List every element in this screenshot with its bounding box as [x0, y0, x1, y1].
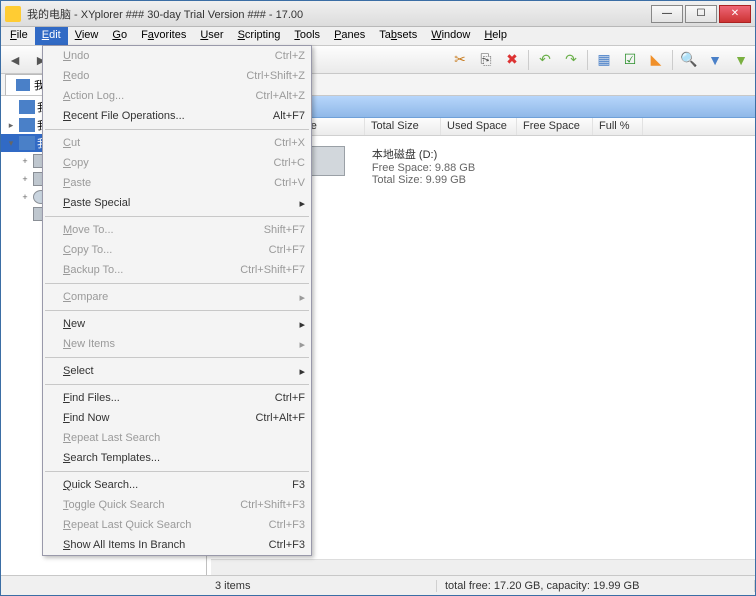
menubar: FileEditViewGoFavoritesUserScriptingTool…: [1, 27, 755, 46]
tree-twisty[interactable]: +: [19, 156, 31, 166]
menu-item-compare: Compare▸: [43, 287, 311, 307]
menu-item-action-log: Action Log...Ctrl+Alt+Z: [43, 86, 311, 106]
menu-item-copy: CopyCtrl+C: [43, 153, 311, 173]
pc-icon: [19, 136, 35, 150]
view-icon[interactable]: ▦: [594, 50, 614, 70]
app-window: 我的电脑 - XYplorer ### 30-day Trial Version…: [0, 0, 756, 596]
menu-item-find-files[interactable]: Find Files...Ctrl+F: [43, 388, 311, 408]
menu-item-cut: CutCtrl+X: [43, 133, 311, 153]
menu-separator: [45, 357, 309, 358]
redo-icon[interactable]: ↷: [561, 50, 581, 70]
menu-separator: [45, 384, 309, 385]
menu-item-search-templates[interactable]: Search Templates...: [43, 448, 311, 468]
menu-item-show-all-items-in-branch[interactable]: Show All Items In BranchCtrl+F3: [43, 535, 311, 555]
column-header[interactable]: Full %: [593, 118, 643, 135]
menu-tools[interactable]: Tools: [287, 27, 327, 45]
drive-name: 本地磁盘 (D:): [372, 146, 475, 162]
menu-file[interactable]: File: [3, 27, 35, 45]
search-icon[interactable]: 🔍: [679, 50, 699, 70]
menu-item-paste-special[interactable]: Paste Special▸: [43, 193, 311, 213]
column-header[interactable]: Total Size: [365, 118, 441, 135]
statusbar: 3 items total free: 17.20 GB, capacity: …: [1, 575, 755, 595]
menu-item-move-to: Move To...Shift+F7: [43, 220, 311, 240]
check-icon[interactable]: ☑: [620, 50, 640, 70]
menu-item-quick-search[interactable]: Quick Search...F3: [43, 475, 311, 495]
toolbar-separator: [528, 50, 529, 70]
computer-icon: [16, 79, 30, 91]
menu-separator: [45, 283, 309, 284]
column-header[interactable]: Free Space: [517, 118, 593, 135]
menu-edit[interactable]: Edit: [35, 27, 68, 45]
menu-panes[interactable]: Panes: [327, 27, 372, 45]
funnel-icon[interactable]: ▼: [731, 50, 751, 70]
h-scrollbar[interactable]: [211, 559, 755, 575]
menu-item-new-items: New Items▸: [43, 334, 311, 354]
menu-go[interactable]: Go: [105, 27, 134, 45]
menu-help[interactable]: Help: [477, 27, 514, 45]
pizza-icon[interactable]: ◣: [646, 50, 666, 70]
menu-separator: [45, 471, 309, 472]
menu-item-find-now[interactable]: Find NowCtrl+Alt+F: [43, 408, 311, 428]
column-header[interactable]: Used Space: [441, 118, 517, 135]
close-button[interactable]: ✕: [719, 5, 751, 23]
drive-free: Free Space: 9.88 GB: [372, 162, 475, 174]
menu-favorites[interactable]: Favorites: [134, 27, 193, 45]
menu-item-recent-file-operations[interactable]: Recent File Operations...Alt+F7: [43, 106, 311, 126]
tree-twisty[interactable]: ▾: [5, 138, 17, 149]
pc-icon: [19, 100, 35, 114]
menu-scripting[interactable]: Scripting: [231, 27, 288, 45]
window-title: 我的电脑 - XYplorer ### 30-day Trial Version…: [27, 6, 651, 22]
tree-twisty[interactable]: +: [19, 192, 31, 202]
titlebar: 我的电脑 - XYplorer ### 30-day Trial Version…: [1, 1, 755, 27]
tree-twisty[interactable]: ▸: [5, 120, 17, 131]
menu-separator: [45, 216, 309, 217]
tree-twisty[interactable]: +: [19, 174, 31, 184]
menu-tabsets[interactable]: Tabsets: [372, 27, 424, 45]
menu-item-toggle-quick-search: Toggle Quick SearchCtrl+Shift+F3: [43, 495, 311, 515]
back-icon[interactable]: ◄: [5, 50, 25, 70]
menu-view[interactable]: View: [68, 27, 106, 45]
edit-menu-dropdown: UndoCtrl+ZRedoCtrl+Shift+ZAction Log...C…: [42, 45, 312, 556]
toolbar-separator: [672, 50, 673, 70]
undo-icon[interactable]: ↶: [535, 50, 555, 70]
menu-item-paste: PasteCtrl+V: [43, 173, 311, 193]
delete-icon[interactable]: ✖: [502, 50, 522, 70]
menu-item-repeat-last-quick-search: Repeat Last Quick SearchCtrl+F3: [43, 515, 311, 535]
toolbar-separator: [587, 50, 588, 70]
menu-separator: [45, 310, 309, 311]
menu-item-copy-to: Copy To...Ctrl+F7: [43, 240, 311, 260]
filter-icon[interactable]: ▼: [705, 50, 725, 70]
app-icon: [5, 6, 21, 22]
status-items: 3 items: [207, 580, 437, 592]
menu-item-repeat-last-search: Repeat Last Search: [43, 428, 311, 448]
drive-total: Total Size: 9.99 GB: [372, 174, 475, 186]
maximize-button[interactable]: ☐: [685, 5, 717, 23]
menu-item-undo: UndoCtrl+Z: [43, 46, 311, 66]
menu-user[interactable]: User: [193, 27, 230, 45]
minimize-button[interactable]: —: [651, 5, 683, 23]
menu-separator: [45, 129, 309, 130]
menu-item-redo: RedoCtrl+Shift+Z: [43, 66, 311, 86]
cut-icon[interactable]: ✂: [450, 50, 470, 70]
menu-window[interactable]: Window: [424, 27, 477, 45]
menu-item-backup-to: Backup To...Ctrl+Shift+F7: [43, 260, 311, 280]
pc-icon: [19, 118, 35, 132]
status-totals: total free: 17.20 GB, capacity: 19.99 GB: [437, 580, 755, 592]
copy-icon[interactable]: ⎘: [476, 50, 496, 70]
menu-item-new[interactable]: New▸: [43, 314, 311, 334]
menu-item-select[interactable]: Select▸: [43, 361, 311, 381]
drive-item[interactable]: 本地磁盘 (D:) Free Space: 9.88 GB Total Size…: [372, 146, 475, 186]
